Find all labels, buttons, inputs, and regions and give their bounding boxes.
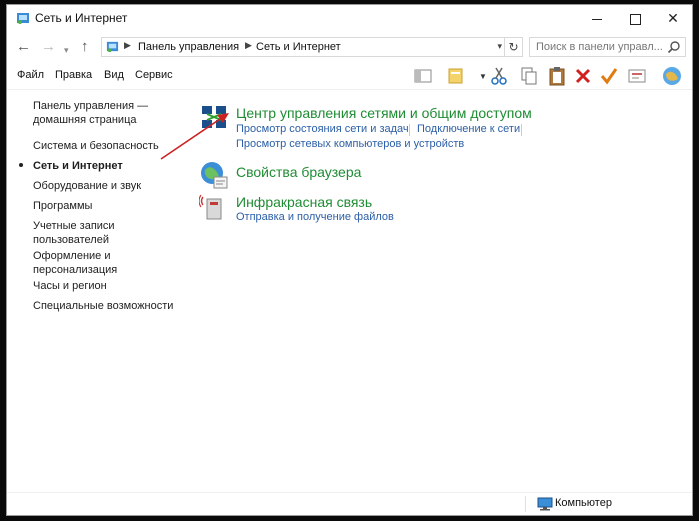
menu-file[interactable]: Файл (17, 69, 44, 81)
status-divider (525, 496, 526, 512)
forward-arrow-icon[interactable]: → (41, 39, 56, 55)
address-bar[interactable]: ▶ Панель управления ▶ Сеть и Интернет ▾ (101, 37, 505, 57)
computer-icon (537, 497, 553, 511)
breadcrumb-control-panel[interactable]: Панель управления (138, 41, 239, 53)
back-arrow-icon[interactable]: ← (16, 39, 31, 55)
view-network-computers-link[interactable]: Просмотр сетевых компьютеров и устройств (236, 138, 464, 150)
control-panel-icon (17, 13, 29, 24)
folder-options-dropdown-icon[interactable]: ▼ (479, 72, 487, 81)
control-panel-window: Сеть и Интернет ✕ ← → ▾ ↑ ▶ Панель управ… (6, 4, 693, 516)
nav-user-accounts-line2[interactable]: пользователей (33, 233, 109, 247)
breadcrumb-separator-icon[interactable]: ▶ (245, 40, 252, 51)
infrared-title[interactable]: Инфракрасная связь (236, 194, 372, 210)
search-placeholder: Поиск в панели управл... (536, 41, 663, 53)
breadcrumb-network-internet[interactable]: Сеть и Интернет (256, 41, 341, 53)
maximize-button[interactable] (616, 5, 654, 31)
recent-locations-chevron-icon[interactable]: ▾ (64, 42, 69, 58)
title-bar: Сеть и Интернет ✕ (7, 5, 692, 31)
link-divider (521, 124, 522, 136)
paste-icon[interactable] (547, 66, 567, 86)
link-divider (409, 124, 410, 136)
infrared-icon[interactable] (199, 193, 229, 223)
breadcrumb-separator-icon[interactable]: ▶ (124, 40, 131, 51)
nav-home-line2[interactable]: домашняя страница (33, 113, 137, 127)
nav-clock-region[interactable]: Часы и регион (33, 279, 107, 293)
browser-properties-title[interactable]: Свойства браузера (236, 164, 361, 180)
nav-appearance-line1[interactable]: Оформление и (33, 249, 110, 263)
properties-icon[interactable] (627, 66, 647, 86)
menu-edit[interactable]: Правка (55, 69, 92, 81)
connect-to-network-link[interactable]: Подключение к сети (417, 123, 520, 135)
close-button[interactable]: ✕ (654, 5, 692, 31)
nav-ease-of-access[interactable]: Специальные возможности (33, 299, 173, 313)
address-row: ← → ▾ ↑ ▶ Панель управления ▶ Сеть и Инт… (7, 33, 692, 61)
send-receive-files-link[interactable]: Отправка и получение файлов (236, 211, 394, 223)
address-dropdown-icon[interactable]: ▾ (497, 41, 502, 52)
menu-bar: Файл Правка Вид Сервис ▼ (7, 63, 692, 90)
up-arrow-icon[interactable]: ↑ (81, 39, 89, 55)
search-icon[interactable] (667, 40, 681, 54)
nav-network-internet-label: Сеть и Интернет (33, 160, 123, 172)
window-title: Сеть и Интернет (35, 11, 128, 25)
refresh-button[interactable]: ↻ (505, 37, 523, 57)
nav-network-internet-current: Сеть и Интернет (19, 159, 123, 173)
current-item-bullet-icon (19, 163, 23, 167)
checkmark-icon[interactable] (599, 66, 619, 86)
nav-home-line1[interactable]: Панель управления — (33, 99, 148, 113)
menu-view[interactable]: Вид (104, 69, 124, 81)
view-network-status-link[interactable]: Просмотр состояния сети и задач (236, 123, 409, 135)
status-text: Компьютер (555, 497, 612, 509)
nav-system-security[interactable]: Система и безопасность (33, 139, 159, 153)
copy-icon[interactable] (519, 66, 539, 86)
nav-user-accounts-line1[interactable]: Учетные записи (33, 219, 115, 233)
nav-appearance-line2[interactable]: персонализация (33, 263, 117, 277)
folder-options-icon[interactable] (447, 66, 467, 86)
view-pane-icon[interactable] (413, 66, 433, 86)
network-center-title[interactable]: Центр управления сетями и общим доступом (236, 105, 532, 121)
search-input[interactable]: Поиск в панели управл... (529, 37, 686, 57)
globe-icon[interactable] (661, 65, 683, 87)
delete-icon[interactable] (573, 66, 593, 86)
nav-programs[interactable]: Программы (33, 199, 92, 213)
nav-hardware-sound[interactable]: Оборудование и звук (33, 179, 141, 193)
menu-tools[interactable]: Сервис (135, 69, 173, 81)
minimize-button[interactable] (578, 5, 616, 31)
status-bar: Компьютер (7, 492, 692, 515)
control-panel-icon (106, 41, 119, 53)
browser-properties-icon[interactable] (199, 160, 229, 190)
annotation-arrow-icon (160, 113, 229, 160)
cut-icon[interactable] (489, 66, 509, 86)
